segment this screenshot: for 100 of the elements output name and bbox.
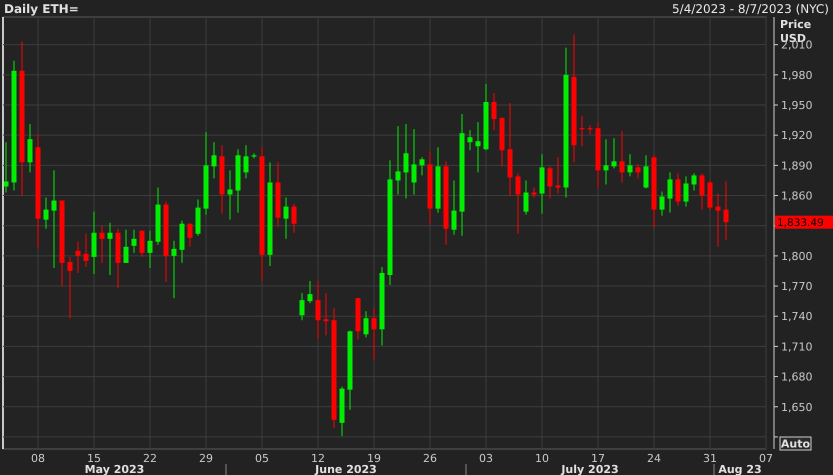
candlestick xyxy=(484,83,488,151)
candlestick xyxy=(196,199,200,236)
candlestick xyxy=(708,180,712,212)
axis-tick-label: 10 xyxy=(535,452,549,465)
date-range: 5/4/2023 - 8/7/2023 (NYC) xyxy=(672,2,829,16)
axis-tick-label: 07 xyxy=(759,452,773,465)
candlestick xyxy=(516,172,520,234)
month-label: July 2023 xyxy=(561,463,619,475)
candlestick xyxy=(284,197,288,240)
candlestick xyxy=(692,172,696,191)
candlestick xyxy=(468,130,472,151)
axis-tick-label: 1,740 xyxy=(781,310,812,324)
candlestick xyxy=(188,223,192,248)
candlestick xyxy=(540,154,544,214)
candlestick xyxy=(228,170,232,220)
candlestick xyxy=(28,124,32,173)
month-label: June 2023 xyxy=(315,463,377,475)
candlestick xyxy=(596,122,600,188)
month-label: Aug 23 xyxy=(718,463,762,475)
candlestick xyxy=(236,148,240,214)
candlestick xyxy=(300,292,304,321)
axis-tick-label: 15 xyxy=(87,452,101,465)
candlestick xyxy=(148,230,152,268)
candlestick xyxy=(532,186,536,198)
candlestick xyxy=(580,116,584,147)
candlestick xyxy=(636,164,640,179)
candlestick xyxy=(212,142,216,179)
candlestick xyxy=(116,228,120,289)
candlestick xyxy=(340,386,344,436)
candlestick xyxy=(500,116,504,167)
candlestick xyxy=(676,172,680,206)
candlestick xyxy=(244,144,248,179)
candlestick xyxy=(492,92,496,131)
candlestick xyxy=(76,241,80,274)
axis-tick-label: 29 xyxy=(199,452,213,465)
candlestick xyxy=(252,152,256,159)
candlestick xyxy=(436,146,440,214)
candlestick xyxy=(172,240,176,299)
candlestick xyxy=(316,280,320,339)
candlestick xyxy=(156,186,160,246)
axis-tick-label: 1,800 xyxy=(781,250,812,263)
candlestick xyxy=(644,154,648,189)
candlestick xyxy=(612,138,616,169)
candlestick xyxy=(92,211,96,274)
candlestick xyxy=(276,162,280,228)
axis-tick-label: 08 xyxy=(31,452,45,465)
candlestick xyxy=(356,298,360,340)
candlestick xyxy=(180,220,184,264)
candlestick xyxy=(628,154,632,177)
candlestick xyxy=(140,230,144,258)
candlestick xyxy=(420,156,424,176)
axis-tick-label: 17 xyxy=(591,452,605,465)
candlestick xyxy=(524,180,528,216)
candlestick xyxy=(724,180,728,240)
candlestick xyxy=(620,130,624,183)
axis-tick-label: 03 xyxy=(479,452,493,465)
month-label: May 2023 xyxy=(84,463,144,475)
axis-tick-label: 1,770 xyxy=(781,280,812,294)
axis-title: Price xyxy=(780,18,812,31)
axis-tick-label: 26 xyxy=(423,452,437,465)
candlestick xyxy=(604,138,608,185)
candlestick xyxy=(108,222,112,276)
axis-tick-label: 1,980 xyxy=(781,68,812,82)
candlestick xyxy=(100,225,104,264)
axis-tick-label: 1,680 xyxy=(781,370,812,384)
axis-tick-label: 1,860 xyxy=(781,190,812,203)
candlestick xyxy=(660,191,664,216)
axis-tick-label: 31 xyxy=(703,452,717,465)
candlestick xyxy=(412,128,416,196)
axis-tick-label: 12 xyxy=(311,452,325,465)
axis-tick-label: 1,950 xyxy=(781,99,812,112)
axis-tick-label: 1,710 xyxy=(781,340,812,354)
candlestick xyxy=(308,280,312,304)
candlestick xyxy=(4,142,8,194)
candlestick xyxy=(700,172,704,210)
candlestick xyxy=(84,233,88,268)
candlestick xyxy=(716,193,720,248)
candlestick xyxy=(292,203,296,234)
axis-tick-label: 1,650 xyxy=(781,400,812,414)
candlestick xyxy=(476,122,480,173)
candlestick xyxy=(324,292,328,336)
axis-tick-label: 1,890 xyxy=(781,159,812,172)
candlestick xyxy=(548,166,552,200)
axis-tick-label: 1,920 xyxy=(781,129,812,142)
candlestick xyxy=(44,197,48,230)
candlestick xyxy=(132,229,136,254)
candlestick xyxy=(556,156,560,194)
chart-title: Daily ETH= xyxy=(4,2,79,16)
candlestick xyxy=(364,310,368,338)
auto-button[interactable]: Auto xyxy=(780,436,812,450)
axis-tick-label: 22 xyxy=(143,452,157,465)
candlestick xyxy=(684,176,688,208)
candlestick xyxy=(588,124,592,135)
candlestick xyxy=(372,308,376,360)
last-price-label: 1,833.49 xyxy=(775,216,833,230)
candlestick xyxy=(124,229,128,264)
candlestick xyxy=(668,172,672,214)
axis-tick-label: 19 xyxy=(367,452,381,465)
candlestick xyxy=(68,256,72,319)
candlestick xyxy=(452,180,456,236)
